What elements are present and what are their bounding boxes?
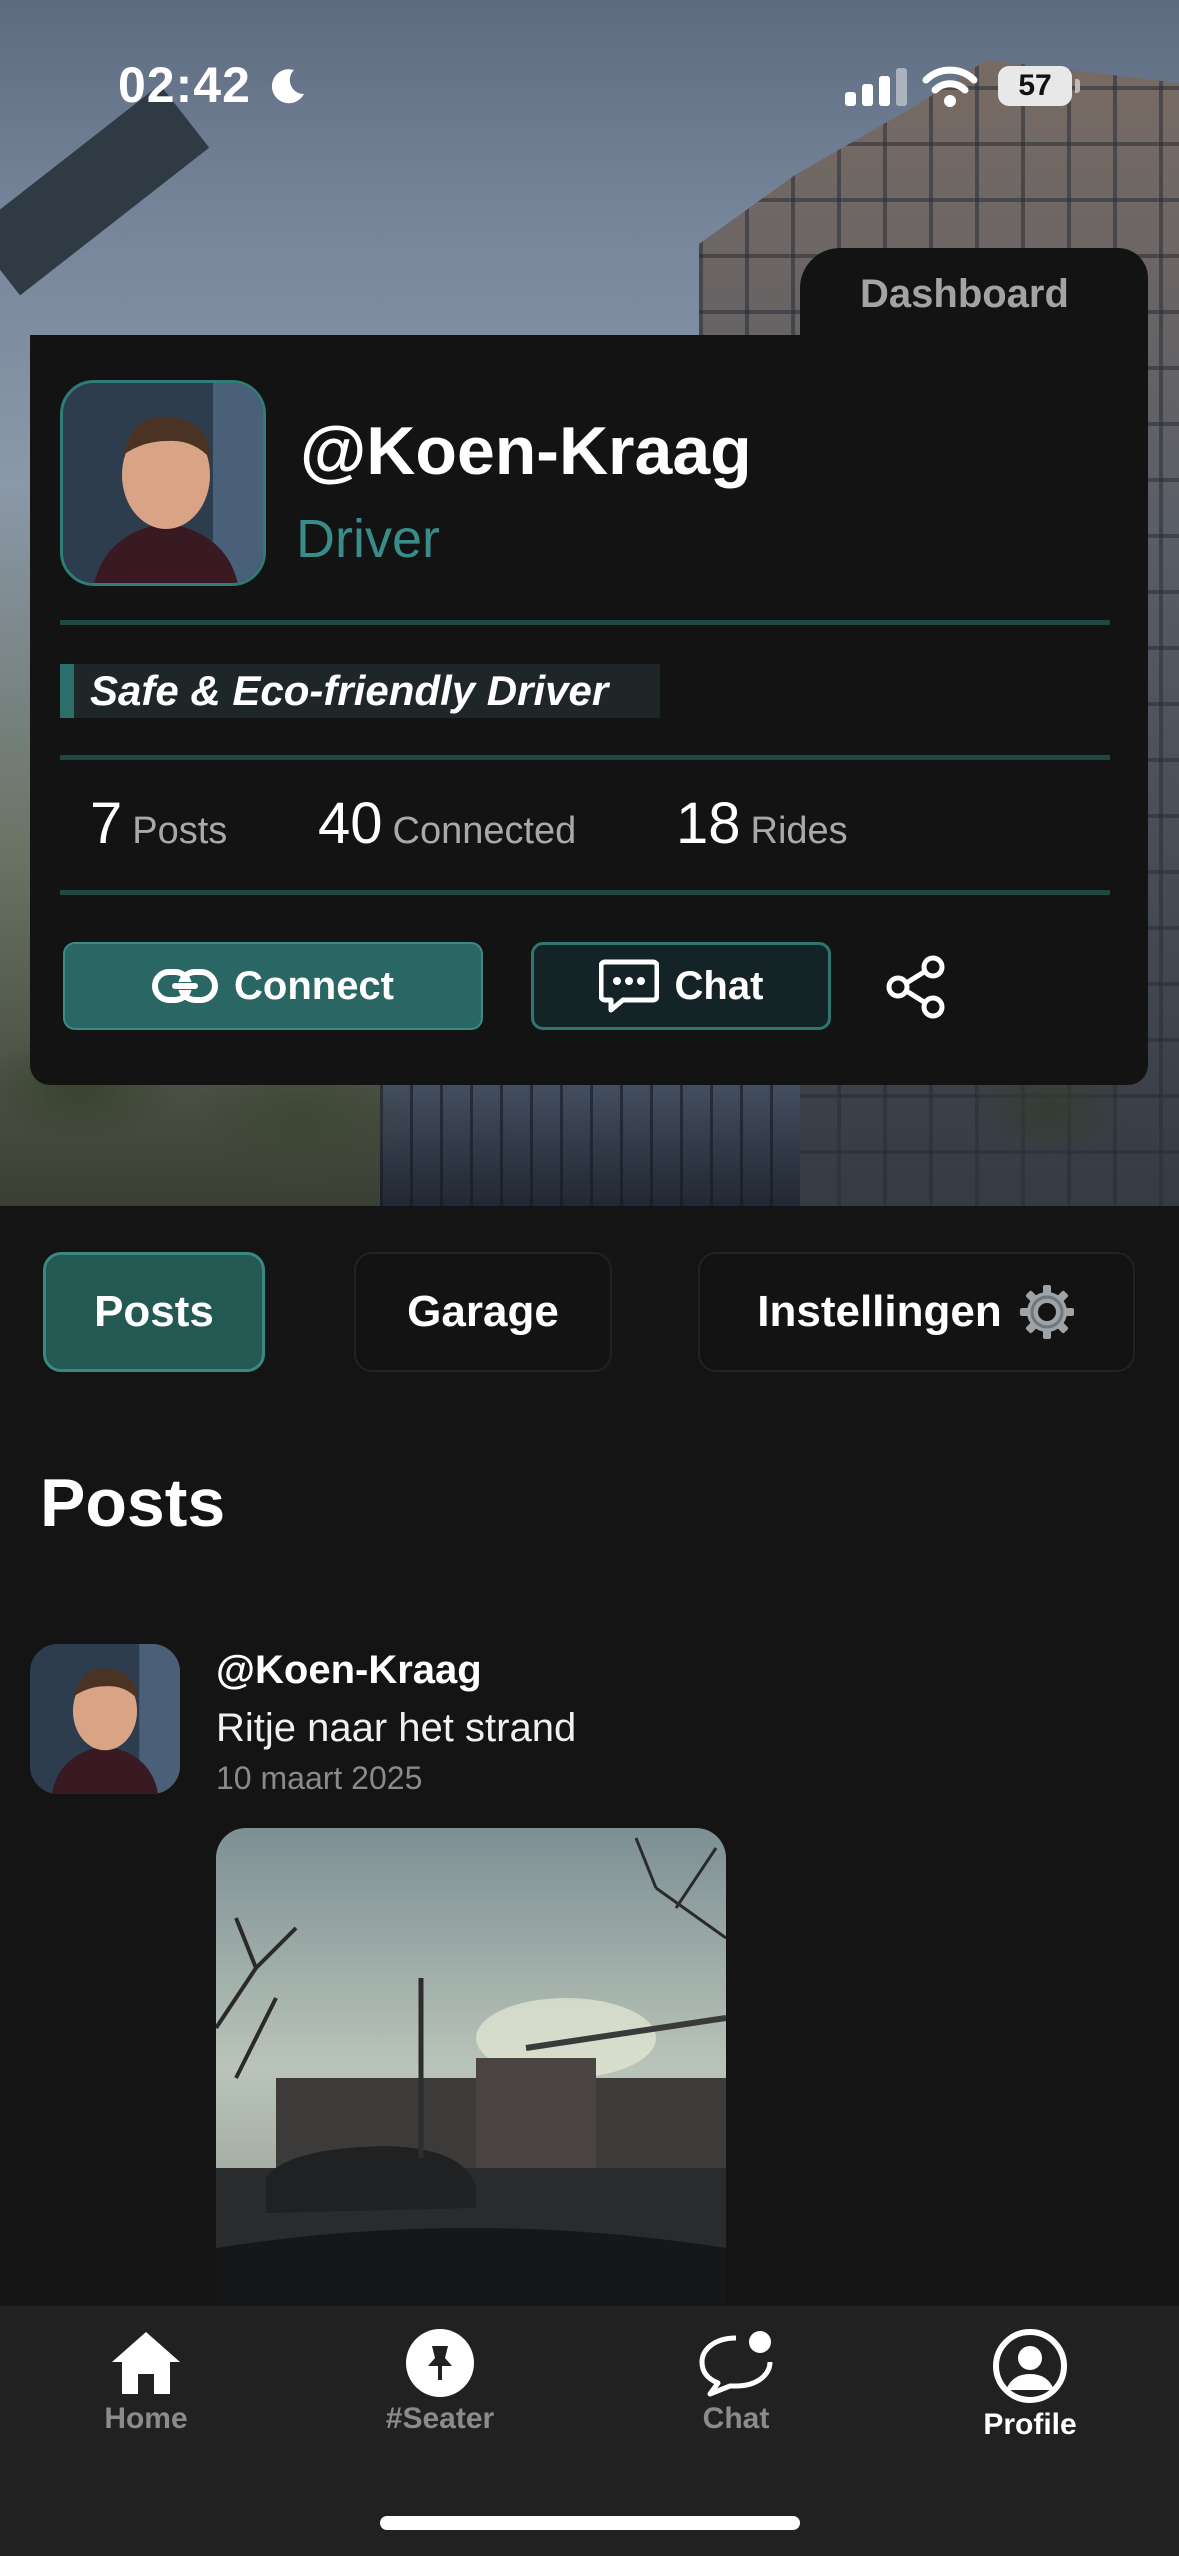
- connect-label: Connect: [234, 963, 394, 1008]
- person-photo: [30, 1644, 180, 1794]
- post-avatar[interactable]: [30, 1644, 180, 1794]
- profile-icon: [993, 2329, 1067, 2403]
- nav-home[interactable]: Home: [36, 2328, 256, 2436]
- nav-chat[interactable]: Chat: [626, 2328, 846, 2436]
- stat-value: 18: [676, 791, 741, 856]
- chat-label: Chat: [674, 963, 764, 1008]
- profile-username: @Koen-Kraag: [300, 413, 752, 489]
- home-indicator[interactable]: [380, 2516, 800, 2530]
- gear-icon: [1019, 1285, 1074, 1339]
- status-time: 02:42: [118, 57, 251, 113]
- stat-rides[interactable]: 18 Rides: [676, 790, 848, 857]
- connect-button[interactable]: Connect: [63, 942, 483, 1030]
- stat-value: 40: [318, 791, 383, 856]
- section-title: Posts: [40, 1465, 226, 1541]
- chat-icon: [598, 959, 659, 1013]
- home-icon: [112, 2332, 180, 2394]
- divider: [60, 890, 1110, 895]
- share-icon[interactable]: [884, 955, 948, 1019]
- person-photo: [63, 383, 263, 583]
- tab-label: Posts: [94, 1287, 214, 1336]
- tab-instellingen[interactable]: Instellingen: [698, 1252, 1135, 1372]
- profile-stats: 7 Posts 40 Connected 18 Rides: [90, 790, 848, 857]
- street-photo: [216, 1828, 726, 2308]
- link-icon: [152, 969, 218, 1003]
- nav-label: Profile: [983, 2408, 1077, 2441]
- nav-label: Home: [104, 2402, 188, 2435]
- chat-button[interactable]: Chat: [531, 942, 831, 1030]
- signal-icon: [845, 68, 907, 106]
- divider: [60, 620, 1110, 625]
- tab-label: Garage: [407, 1287, 559, 1336]
- stat-label: Connected: [392, 810, 577, 852]
- profile-role: Driver: [296, 509, 440, 569]
- post-date: 10 maart 2025: [216, 1760, 423, 1796]
- dashboard-label[interactable]: Dashboard: [860, 272, 1069, 317]
- stat-value: 7: [90, 791, 123, 856]
- tab-label: Instellingen: [757, 1287, 1002, 1336]
- nav-profile[interactable]: Profile: [920, 2328, 1140, 2442]
- divider: [60, 755, 1110, 760]
- post-text: Ritje naar het strand: [216, 1706, 577, 1750]
- stat-connected[interactable]: 40 Connected: [318, 790, 676, 857]
- nav-seater[interactable]: #Seater: [330, 2328, 550, 2436]
- profile-tagline: Safe & Eco-friendly Driver: [90, 667, 609, 714]
- tab-garage[interactable]: Garage: [354, 1252, 612, 1372]
- wifi-icon: [922, 66, 978, 107]
- nav-label: Chat: [702, 2402, 770, 2435]
- battery-indicator: 57: [998, 66, 1080, 106]
- pin-icon: [406, 2329, 474, 2397]
- moon-icon: [271, 69, 304, 104]
- nav-label: #Seater: [385, 2402, 495, 2435]
- avatar[interactable]: [60, 380, 266, 586]
- stat-label: Rides: [750, 810, 848, 852]
- post-username[interactable]: @Koen-Kraag: [216, 1648, 482, 1693]
- stat-label: Posts: [132, 810, 228, 852]
- status-bar: 02:42 57: [0, 0, 1179, 170]
- post-image[interactable]: [216, 1828, 726, 2308]
- chat-bubble-icon: [699, 2331, 773, 2397]
- tab-posts[interactable]: Posts: [43, 1252, 265, 1372]
- stat-posts[interactable]: 7 Posts: [90, 790, 318, 857]
